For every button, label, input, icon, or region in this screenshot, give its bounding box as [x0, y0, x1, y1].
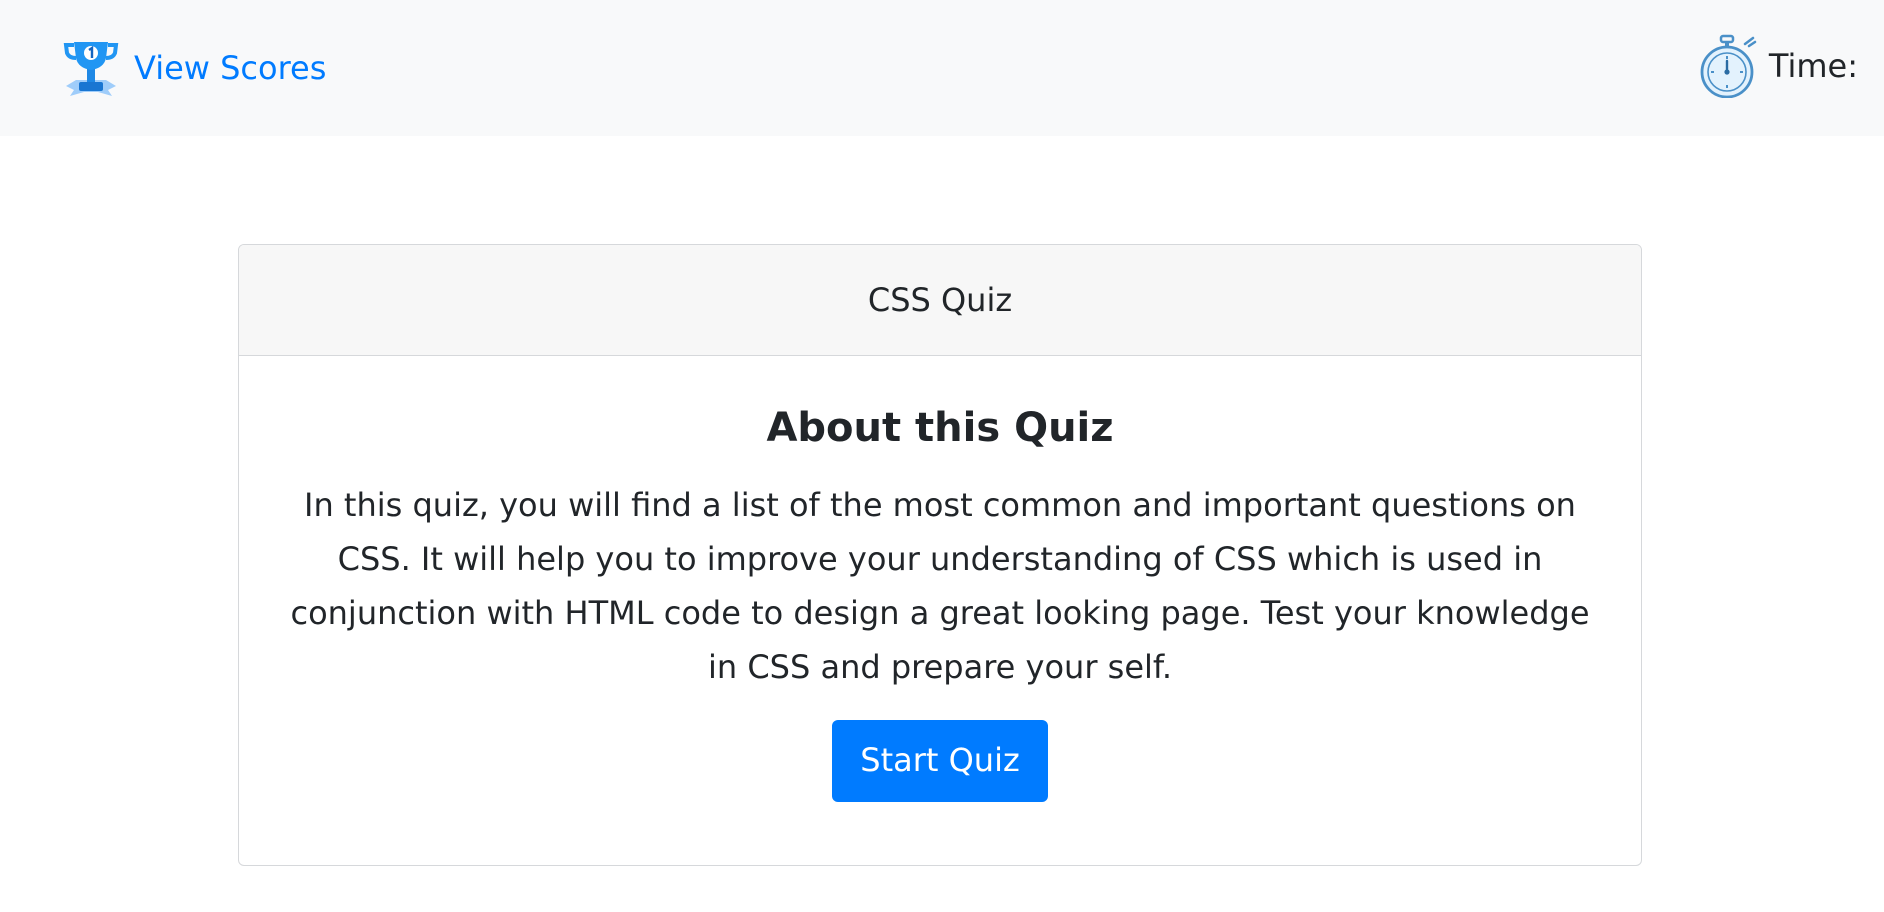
start-quiz-button[interactable]: Start Quiz: [832, 720, 1048, 802]
navbar: View Scores Time:: [0, 0, 1884, 136]
timer: Time:: [1697, 34, 1858, 98]
timer-label: Time:: [1768, 47, 1858, 85]
trophy-icon[interactable]: [62, 36, 120, 100]
view-scores-link-wrapper[interactable]: View Scores: [62, 36, 326, 100]
quiz-card: CSS Quiz About this Quiz In this quiz, y…: [238, 244, 1642, 866]
view-scores-link[interactable]: View Scores: [134, 52, 326, 84]
card-title: About this Quiz: [766, 405, 1114, 451]
card-header: CSS Quiz: [239, 245, 1641, 356]
quiz-description: In this quiz, you will find a list of th…: [290, 486, 1590, 686]
stopwatch-icon: [1700, 34, 1757, 98]
card-body: About this Quiz In this quiz, you will f…: [239, 356, 1641, 802]
